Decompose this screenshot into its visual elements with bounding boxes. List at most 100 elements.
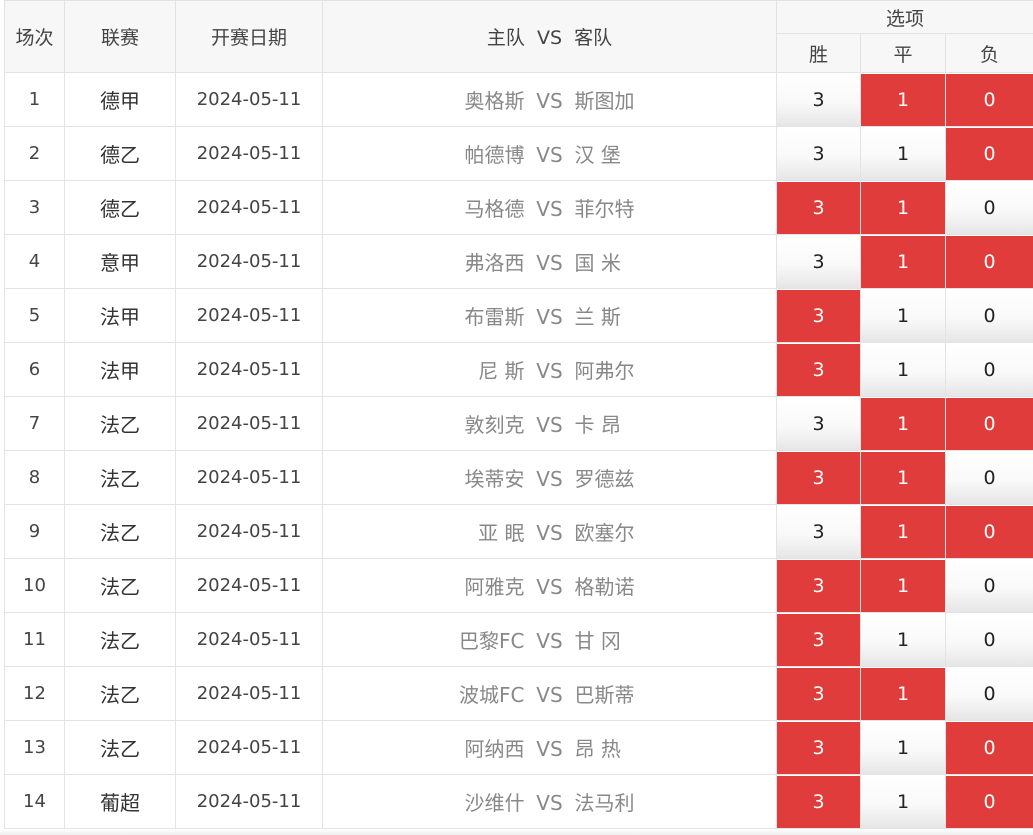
option-draw[interactable]: 1 xyxy=(860,396,946,451)
option-win[interactable]: 3 xyxy=(776,504,861,559)
home-team: 亚 眠 xyxy=(478,521,525,545)
option-win[interactable]: 3 xyxy=(776,666,861,721)
home-team: 弗洛西 xyxy=(464,251,525,275)
option-win[interactable]: 3 xyxy=(776,234,861,289)
option-draw[interactable]: 1 xyxy=(860,180,946,235)
option-win-label: 3 xyxy=(777,559,860,612)
option-lose-label: 0 xyxy=(946,559,1033,612)
option-win-label: 3 xyxy=(777,613,860,666)
option-lose[interactable]: 0 xyxy=(944,666,1033,721)
option-draw[interactable]: 1 xyxy=(860,234,946,289)
home-team: 巴黎FC xyxy=(459,629,525,653)
option-draw-label: 1 xyxy=(861,73,945,126)
option-lose[interactable]: 0 xyxy=(944,504,1033,559)
option-lose-label: 0 xyxy=(946,397,1033,450)
option-lose[interactable]: 0 xyxy=(944,396,1033,451)
match-date: 2024-05-11 xyxy=(175,504,323,559)
option-lose[interactable]: 0 xyxy=(944,612,1033,667)
header-draw: 平 xyxy=(860,33,946,73)
match-teams: 尼 斯 VS 阿弗尔 xyxy=(322,342,777,397)
option-lose[interactable]: 0 xyxy=(944,126,1033,181)
option-draw[interactable]: 1 xyxy=(860,774,946,829)
table-header: 场次 联赛 开赛日期 主队 VS 客队 选项 胜 平 负 xyxy=(4,0,1033,73)
table-row: 10 法乙 2024-05-11 阿雅克 VS 格勒诺 3 1 0 xyxy=(4,558,1033,613)
option-draw-label: 1 xyxy=(861,613,945,666)
league-name: 德乙 xyxy=(64,126,176,181)
option-draw-label: 1 xyxy=(861,451,945,504)
vs-label: VS xyxy=(536,413,563,437)
match-date: 2024-05-11 xyxy=(175,450,323,505)
vs-label: VS xyxy=(536,359,563,383)
option-lose[interactable]: 0 xyxy=(944,774,1033,829)
option-win[interactable]: 3 xyxy=(776,342,861,397)
option-draw[interactable]: 1 xyxy=(860,720,946,775)
option-lose[interactable]: 0 xyxy=(944,558,1033,613)
match-teams: 沙维什 VS 法马利 xyxy=(322,774,777,829)
option-lose[interactable]: 0 xyxy=(944,234,1033,289)
home-team: 奥格斯 xyxy=(464,89,525,113)
option-lose[interactable]: 0 xyxy=(944,288,1033,343)
option-win[interactable]: 3 xyxy=(776,396,861,451)
match-number: 7 xyxy=(4,396,65,451)
vs-label: VS xyxy=(536,629,563,653)
option-lose[interactable]: 0 xyxy=(944,72,1033,127)
option-win[interactable]: 3 xyxy=(776,720,861,775)
option-draw[interactable]: 1 xyxy=(860,126,946,181)
option-draw[interactable]: 1 xyxy=(860,504,946,559)
match-teams: 敦刻克 VS 卡 昂 xyxy=(322,396,777,451)
away-team: 罗德兹 xyxy=(574,467,635,491)
option-win[interactable]: 3 xyxy=(776,126,861,181)
away-team: 汉 堡 xyxy=(574,143,621,167)
option-lose[interactable]: 0 xyxy=(944,720,1033,775)
match-date: 2024-05-11 xyxy=(175,720,323,775)
option-draw[interactable]: 1 xyxy=(860,342,946,397)
option-win-label: 3 xyxy=(777,451,860,504)
away-team: 昂 热 xyxy=(574,737,621,761)
option-win[interactable]: 3 xyxy=(776,288,861,343)
home-team: 阿雅克 xyxy=(464,575,525,599)
league-name: 葡超 xyxy=(64,774,176,829)
option-win[interactable]: 3 xyxy=(776,558,861,613)
header-win: 胜 xyxy=(776,33,861,73)
option-lose[interactable]: 0 xyxy=(944,450,1033,505)
home-team: 尼 斯 xyxy=(478,359,525,383)
option-draw[interactable]: 1 xyxy=(860,612,946,667)
option-win[interactable]: 3 xyxy=(776,450,861,505)
match-teams: 波城FC VS 巴斯蒂 xyxy=(322,666,777,721)
league-name: 法乙 xyxy=(64,558,176,613)
away-team: 甘 冈 xyxy=(574,629,621,653)
table-row: 4 意甲 2024-05-11 弗洛西 VS 国 米 310 xyxy=(4,234,1033,289)
match-date: 2024-05-11 xyxy=(175,558,323,613)
option-draw[interactable]: 1 xyxy=(860,558,946,613)
option-lose-label: 0 xyxy=(946,451,1033,504)
option-draw[interactable]: 1 xyxy=(860,72,946,127)
option-win-label: 3 xyxy=(777,343,860,396)
option-lose[interactable]: 0 xyxy=(944,342,1033,397)
match-date: 2024-05-11 xyxy=(175,72,323,127)
away-team: 巴斯蒂 xyxy=(574,683,635,707)
option-draw[interactable]: 1 xyxy=(860,666,946,721)
match-teams: 埃蒂安 VS 罗德兹 xyxy=(322,450,777,505)
option-win[interactable]: 3 xyxy=(776,612,861,667)
option-lose-label: 0 xyxy=(946,505,1033,558)
option-win-label: 3 xyxy=(777,181,860,234)
option-draw[interactable]: 1 xyxy=(860,288,946,343)
league-name: 法乙 xyxy=(64,396,176,451)
table-row: 8 法乙 2024-05-11 埃蒂安 VS 罗德兹 3 1 0 xyxy=(4,450,1033,505)
table-row: 6 法甲 2024-05-11 尼 斯 VS 阿弗尔 3 1 0 xyxy=(4,342,1033,397)
option-win[interactable]: 3 xyxy=(776,774,861,829)
match-number: 10 xyxy=(4,558,65,613)
option-win[interactable]: 3 xyxy=(776,180,861,235)
table-row: 5 法甲 2024-05-11 布雷斯 VS 兰 斯 310 xyxy=(4,288,1033,343)
option-win[interactable]: 3 xyxy=(776,72,861,127)
option-lose[interactable]: 0 xyxy=(944,180,1033,235)
vs-label: VS xyxy=(536,305,563,329)
match-number: 13 xyxy=(4,720,65,775)
option-lose-label: 0 xyxy=(946,73,1033,126)
match-date: 2024-05-11 xyxy=(175,396,323,451)
option-lose-label: 0 xyxy=(946,667,1033,720)
table-body: 1 德甲 2024-05-11 奥格斯 VS 斯图加 3 1 0 2 德乙 2024-05-11 帕德博… xyxy=(4,72,1033,829)
away-team: 斯图加 xyxy=(574,89,635,113)
home-team: 马格德 xyxy=(464,197,525,221)
option-draw[interactable]: 1 xyxy=(860,450,946,505)
